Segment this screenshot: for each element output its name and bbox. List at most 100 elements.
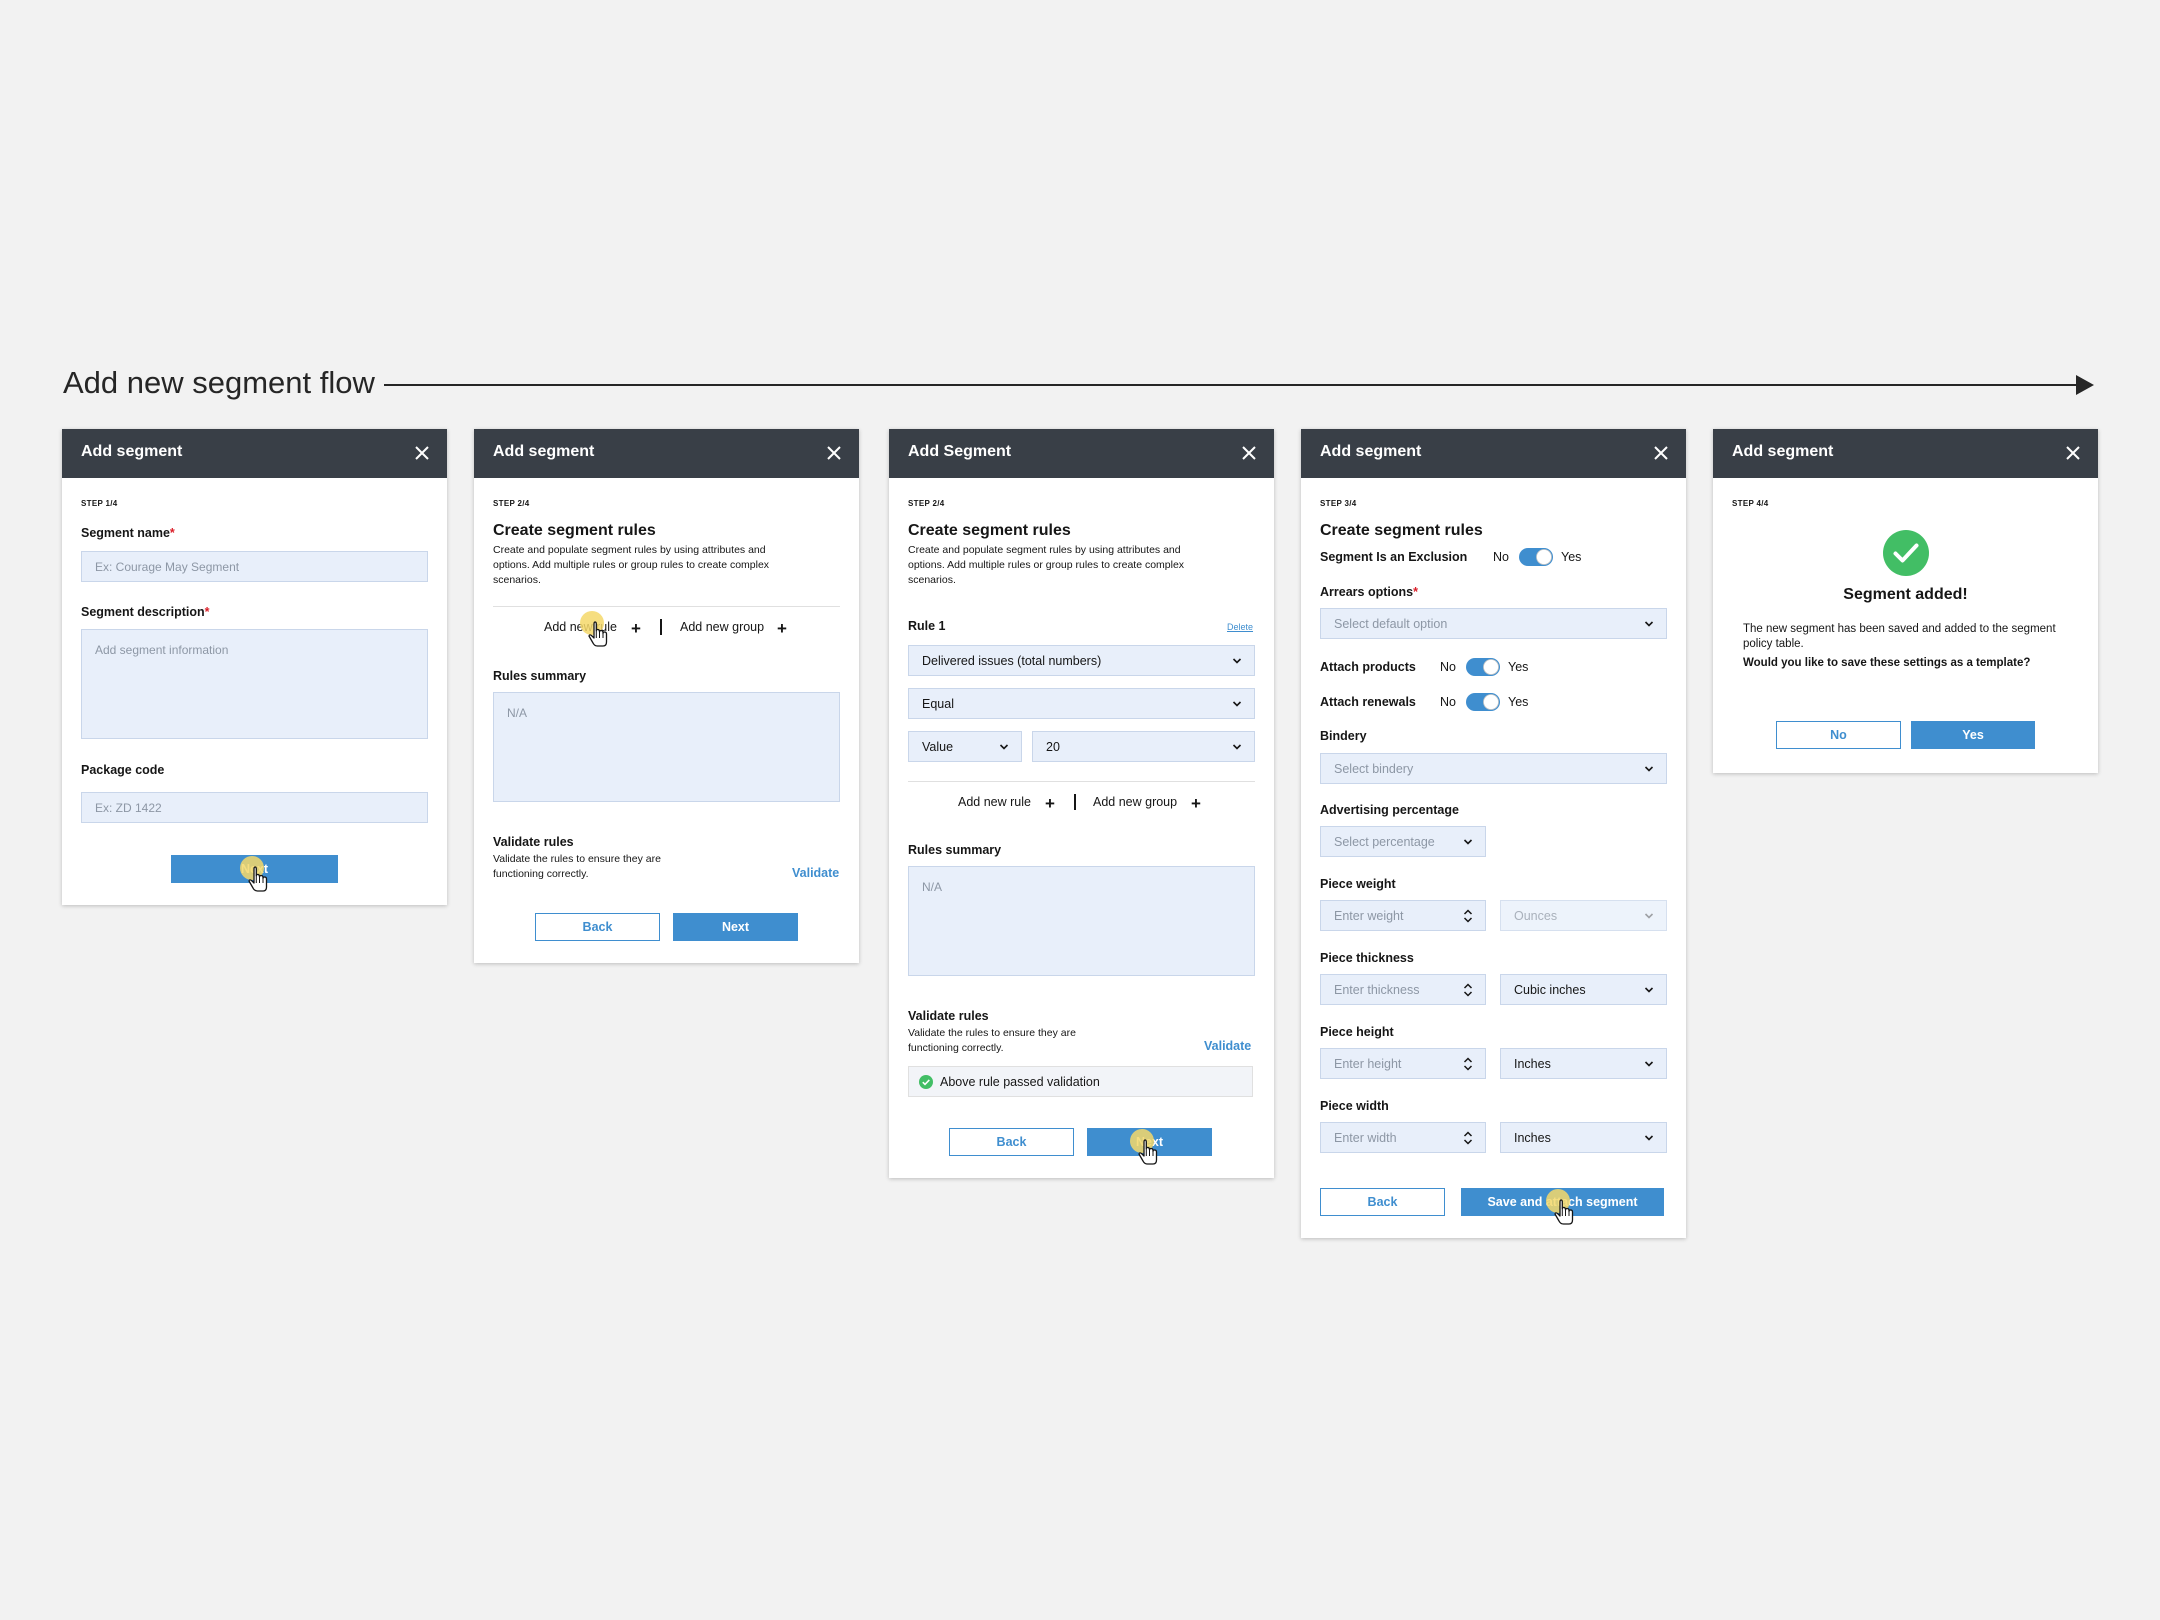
- section-heading: Create segment rules: [908, 522, 1071, 539]
- yes-button[interactable]: Yes: [1911, 721, 2035, 749]
- piece-thickness-label: Piece thickness: [1320, 951, 1414, 965]
- bindery-select[interactable]: Select bindery: [1320, 753, 1667, 784]
- attribute-select[interactable]: Delivered issues (total numbers): [908, 645, 1255, 676]
- validate-rules-heading: Validate rules: [908, 1009, 989, 1023]
- validate-rules-heading: Validate rules: [493, 835, 574, 849]
- cursor-hand-icon: [1128, 1129, 1168, 1169]
- panel-header: Add segment: [62, 429, 447, 478]
- flow-arrow-line: [384, 384, 2090, 386]
- next-button[interactable]: Next: [673, 913, 798, 941]
- stepper-icon[interactable]: [1463, 983, 1473, 997]
- add-segment-panel-step2-filled: Add Segment STEP 2/4 Create segment rule…: [889, 429, 1274, 1178]
- exclusion-toggle[interactable]: [1519, 548, 1553, 566]
- piece-height-unit-select[interactable]: Inches: [1500, 1048, 1667, 1079]
- plus-icon[interactable]: +: [631, 620, 641, 637]
- close-icon[interactable]: [2064, 444, 2082, 462]
- plus-icon[interactable]: +: [777, 620, 787, 637]
- value-select[interactable]: 20: [1032, 731, 1255, 762]
- step-indicator: STEP 2/4: [908, 499, 945, 508]
- add-segment-panel-step2: Add segment STEP 2/4 Create segment rule…: [474, 429, 859, 963]
- value-type-select[interactable]: Value: [908, 731, 1022, 762]
- value-select-value: 20: [1046, 739, 1060, 754]
- validation-result: Above rule passed validation: [908, 1066, 1253, 1097]
- add-new-rule-link[interactable]: Add new rule: [958, 795, 1031, 809]
- rules-summary-box: N/A: [493, 692, 840, 802]
- add-new-group-link[interactable]: Add new group: [1093, 795, 1177, 809]
- piece-width-unit-select[interactable]: Inches: [1500, 1122, 1667, 1153]
- back-button[interactable]: Back: [1320, 1188, 1445, 1216]
- section-description: Create and populate segment rules by usi…: [908, 544, 1185, 586]
- segment-description-textarea[interactable]: Add segment information: [81, 629, 428, 739]
- toggle-on-label: Yes: [1508, 695, 1529, 709]
- attribute-select-value: Delivered issues (total numbers): [922, 653, 1102, 668]
- no-button[interactable]: No: [1776, 721, 1901, 749]
- stepper-icon[interactable]: [1463, 1057, 1473, 1071]
- required-mark: *: [1413, 585, 1418, 599]
- toggle-on-label: Yes: [1561, 550, 1582, 564]
- operator-select[interactable]: Equal: [908, 688, 1255, 719]
- validate-rules-description: Validate the rules to ensure they are fu…: [908, 1027, 1076, 1054]
- validate-link[interactable]: Validate: [792, 866, 839, 880]
- chevron-down-icon: [1463, 837, 1473, 847]
- stepper-icon[interactable]: [1463, 1131, 1473, 1145]
- divider: [493, 606, 840, 607]
- save-template-question: Would you like to save these settings as…: [1743, 657, 2031, 669]
- success-heading: Segment added!: [1843, 586, 1968, 603]
- piece-width-input[interactable]: Enter width: [1320, 1122, 1486, 1153]
- close-icon[interactable]: [825, 444, 843, 462]
- chevron-down-icon: [1644, 985, 1654, 995]
- panel-title: Add segment: [1732, 443, 1834, 460]
- validation-message: Above rule passed validation: [940, 1075, 1100, 1089]
- back-button[interactable]: Back: [949, 1128, 1074, 1156]
- arrears-options-select[interactable]: Select default option: [1320, 608, 1667, 639]
- bindery-label: Bindery: [1320, 729, 1367, 743]
- step-indicator: STEP 1/4: [81, 499, 118, 508]
- exclusion-label: Segment Is an Exclusion: [1320, 550, 1468, 564]
- chevron-down-icon: [999, 742, 1009, 752]
- close-icon[interactable]: [1240, 444, 1258, 462]
- piece-height-input[interactable]: Enter height: [1320, 1048, 1486, 1079]
- plus-icon[interactable]: +: [1045, 795, 1055, 812]
- operator-select-value: Equal: [922, 696, 954, 711]
- validate-link[interactable]: Validate: [1204, 1039, 1251, 1053]
- package-code-input[interactable]: Ex: ZD 1422: [81, 792, 428, 823]
- chevron-down-icon: [1644, 764, 1654, 774]
- chevron-down-icon: [1232, 656, 1242, 666]
- piece-weight-input[interactable]: Enter weight: [1320, 900, 1486, 931]
- piece-weight-label: Piece weight: [1320, 877, 1396, 891]
- plus-icon[interactable]: +: [1191, 795, 1201, 812]
- segment-name-label: Segment name*: [81, 526, 175, 540]
- piece-weight-unit-select[interactable]: Ounces: [1500, 900, 1667, 931]
- piece-thickness-input[interactable]: Enter thickness: [1320, 974, 1486, 1005]
- chevron-down-icon: [1644, 911, 1654, 921]
- success-checkmark-icon: [1883, 530, 1929, 576]
- divider: [908, 781, 1255, 782]
- advertising-percentage-select[interactable]: Select percentage: [1320, 826, 1486, 857]
- close-icon[interactable]: [413, 444, 431, 462]
- checkmark-circle-icon: [919, 1075, 933, 1089]
- section-heading: Create segment rules: [1320, 522, 1483, 539]
- attach-renewals-toggle[interactable]: [1466, 693, 1500, 711]
- step-indicator: STEP 3/4: [1320, 499, 1357, 508]
- close-icon[interactable]: [1652, 444, 1670, 462]
- required-mark: *: [169, 526, 175, 540]
- add-new-group-link[interactable]: Add new group: [680, 620, 764, 634]
- attach-products-toggle[interactable]: [1466, 658, 1500, 676]
- arrears-options-label: Arrears options*: [1320, 585, 1418, 599]
- flow-title: Add new segment flow: [63, 365, 375, 400]
- success-message: The new segment has been saved and added…: [1743, 623, 2056, 650]
- panel-header: Add segment: [1713, 429, 2098, 478]
- delete-rule-link[interactable]: Delete: [1227, 622, 1253, 632]
- toggle-off-label: No: [1440, 660, 1456, 674]
- rules-summary-label: Rules summary: [908, 843, 1002, 857]
- back-button[interactable]: Back: [535, 913, 660, 941]
- segment-name-input[interactable]: Ex: Courage May Segment: [81, 551, 428, 582]
- cursor-hand-icon: [238, 856, 278, 896]
- chevron-down-icon: [1232, 699, 1242, 709]
- segment-description-label: Segment description*: [81, 605, 210, 619]
- attach-products-label: Attach products: [1320, 660, 1416, 674]
- piece-thickness-unit-select[interactable]: Cubic inches: [1500, 974, 1667, 1005]
- stepper-icon[interactable]: [1463, 909, 1473, 923]
- rule-label: Rule 1: [908, 619, 946, 633]
- package-code-label: Package code: [81, 763, 165, 777]
